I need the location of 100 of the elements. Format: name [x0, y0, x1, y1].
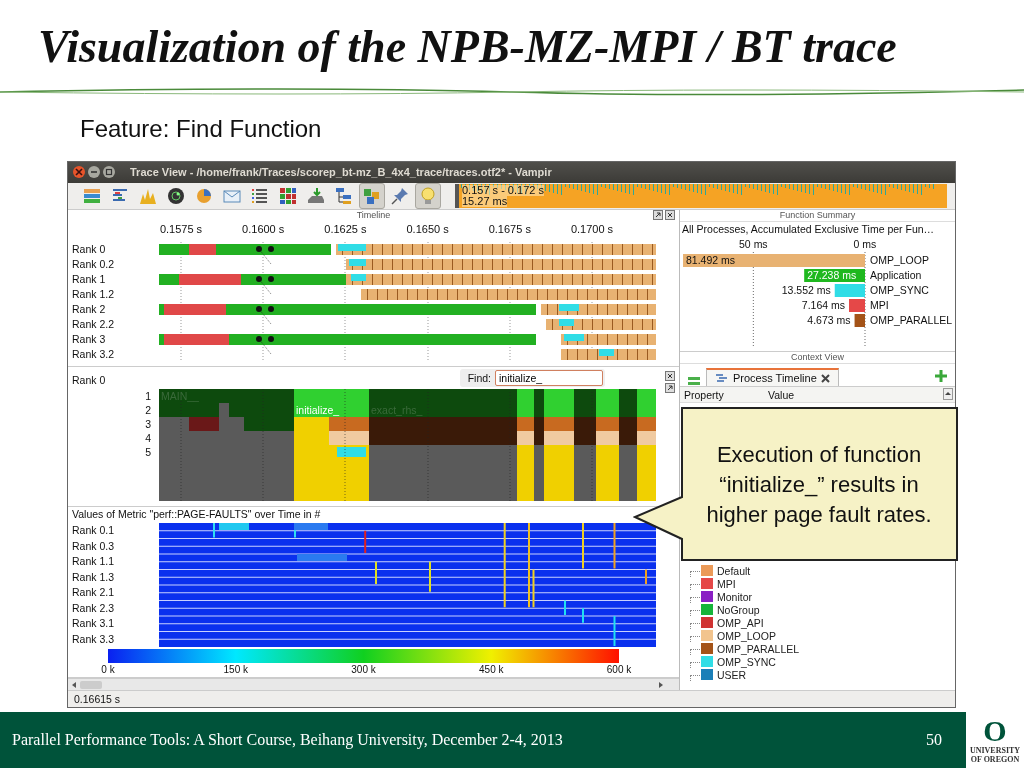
rank-label: Rank 0.3: [71, 538, 116, 554]
bar-value: 13.552 ms: [781, 284, 831, 296]
lightbulb-icon: [418, 185, 438, 206]
column-header: Property: [683, 388, 725, 401]
minimize-button[interactable]: [88, 166, 100, 179]
level-label: 5: [145, 445, 152, 459]
scroll-up-button[interactable]: [943, 388, 953, 400]
timeline-icon: [715, 373, 729, 383]
rank-label: Rank 3.1: [71, 616, 116, 631]
panel-title: Function Summary: [680, 210, 955, 222]
legend-label: USER: [717, 668, 747, 681]
rank-label: Rank 1.3: [71, 569, 116, 585]
scale-label: 150 k: [223, 664, 248, 675]
overview-graph[interactable]: [455, 183, 947, 208]
tray-icon: [306, 185, 326, 206]
rank-label: Rank 1.2: [71, 287, 116, 302]
rank-label: Rank 0: [71, 374, 106, 386]
function-label: initialize_: [296, 404, 340, 416]
metric-mark: [375, 561, 377, 584]
context-tab[interactable]: Process Timeline: [706, 368, 839, 386]
chart-subtitle: All Processes, Accumulated Exclusive Time per Fun…: [681, 222, 936, 236]
rank-label: Rank 2.1: [71, 585, 116, 600]
bar-value: 27.238 ms: [807, 269, 857, 281]
legend-label: NoGroup: [717, 603, 760, 616]
undock-button[interactable]: [665, 383, 675, 393]
rank-label: Rank 0.1: [71, 523, 116, 538]
bar-value: 4.673 ms: [807, 314, 851, 326]
maximize-button[interactable]: [103, 166, 115, 179]
metric-mark: [564, 600, 566, 615]
page-number: 50: [926, 731, 942, 749]
rank-label: Rank 2: [71, 302, 107, 317]
close-button[interactable]: [665, 210, 675, 220]
rank-label: Rank 1.1: [71, 554, 116, 569]
logo-text: OF OREGON: [970, 755, 1020, 764]
bar-label: OMP_SYNC: [870, 284, 929, 296]
axis-label: 0 ms: [853, 238, 877, 250]
metric-mark: [213, 523, 215, 538]
metric-mark: [532, 569, 535, 608]
add-icon[interactable]: [935, 370, 947, 382]
rank-label: Rank 3.2: [71, 347, 116, 362]
axis-label: 0.1675 s: [488, 223, 531, 235]
axis-label: 0.1600 s: [242, 223, 285, 235]
footer-text: Parallel Performance Tools: A Short Course, Beihang University, December 2-4, 2013: [12, 731, 563, 749]
find-field[interactable]: initialize_: [495, 370, 603, 386]
metric-mark: [429, 561, 431, 592]
metric-mark: [613, 523, 616, 569]
toolbar-button[interactable]: [359, 182, 385, 209]
overview-duration: 15.27 ms: [462, 195, 508, 207]
find-label: Find:: [467, 372, 491, 384]
metric-mark: [582, 608, 584, 623]
bar-value: 81.492 ms: [686, 254, 736, 266]
panel-title: Context View: [680, 352, 955, 364]
metric-mark: [297, 554, 347, 561]
bar-label: Application: [870, 269, 922, 281]
legend-label: Monitor: [717, 590, 752, 603]
overview-range: 0.157 s - 0.172 s: [462, 184, 544, 196]
rank-label: Rank 2.3: [71, 600, 116, 616]
bar-label: OMP_PARALLEL: [870, 314, 953, 326]
close-icon: [75, 168, 83, 177]
callout-text: Execution of function “initialize_” results in higher page fault rates.: [705, 440, 933, 529]
legend-label: OMP_PARALLEL: [717, 642, 800, 655]
axis-label: 0.1650 s: [406, 223, 449, 235]
legend-label: OMP_API: [717, 616, 764, 629]
close-button[interactable]: [665, 371, 675, 381]
window-title: Trace View - /home/frank/Traces/scorep_bt-mz_B_4x4_trace/traces.otf2* - Vampir: [130, 166, 552, 179]
axis-label: 0.1625 s: [324, 223, 367, 235]
column-header: Value: [767, 388, 796, 401]
close-button[interactable]: [73, 166, 85, 179]
scale-label: 450 k: [479, 664, 504, 675]
rank-label: Rank 0: [71, 242, 107, 257]
grid-icon: [278, 185, 298, 206]
metric-mark: [645, 569, 647, 584]
undock-button[interactable]: [653, 210, 663, 220]
slide-title: Visualization of the NPB-MZ-MPI / BT trace: [38, 20, 898, 74]
level-label: 3: [145, 417, 152, 431]
metric-mark: [613, 616, 616, 646]
level-label: 1: [145, 389, 152, 403]
pin-icon: [390, 185, 410, 206]
rank-label: Rank 3.3: [71, 631, 116, 647]
menu-icon[interactable]: [688, 376, 700, 386]
radar-icon: [166, 185, 186, 206]
scroll-thumb[interactable]: [80, 681, 102, 689]
flowchart-icon: [334, 185, 354, 206]
close-icon[interactable]: [820, 373, 830, 383]
scale-label: 0 k: [101, 664, 115, 675]
slide-subtitle: Feature: Find Function: [80, 114, 322, 144]
metric-mark: [582, 523, 584, 569]
trace-timeline-drawing[interactable]: [159, 242, 656, 362]
bar-value: 7.164 ms: [801, 299, 845, 311]
toolbar-button[interactable]: [415, 182, 441, 209]
maximize-icon: [105, 168, 113, 177]
legend-label: MPI: [717, 577, 736, 590]
logo-text: UNIVERSITY: [969, 746, 1021, 755]
legend-label: Default: [717, 564, 751, 577]
rank-label: Rank 2.2: [71, 317, 116, 332]
bar-label: OMP_LOOP: [870, 254, 929, 266]
metric-mark: [219, 523, 249, 530]
level-label: 4: [145, 431, 152, 445]
bar-label: MPI: [870, 299, 889, 311]
scale-label: 600 k: [606, 664, 632, 675]
